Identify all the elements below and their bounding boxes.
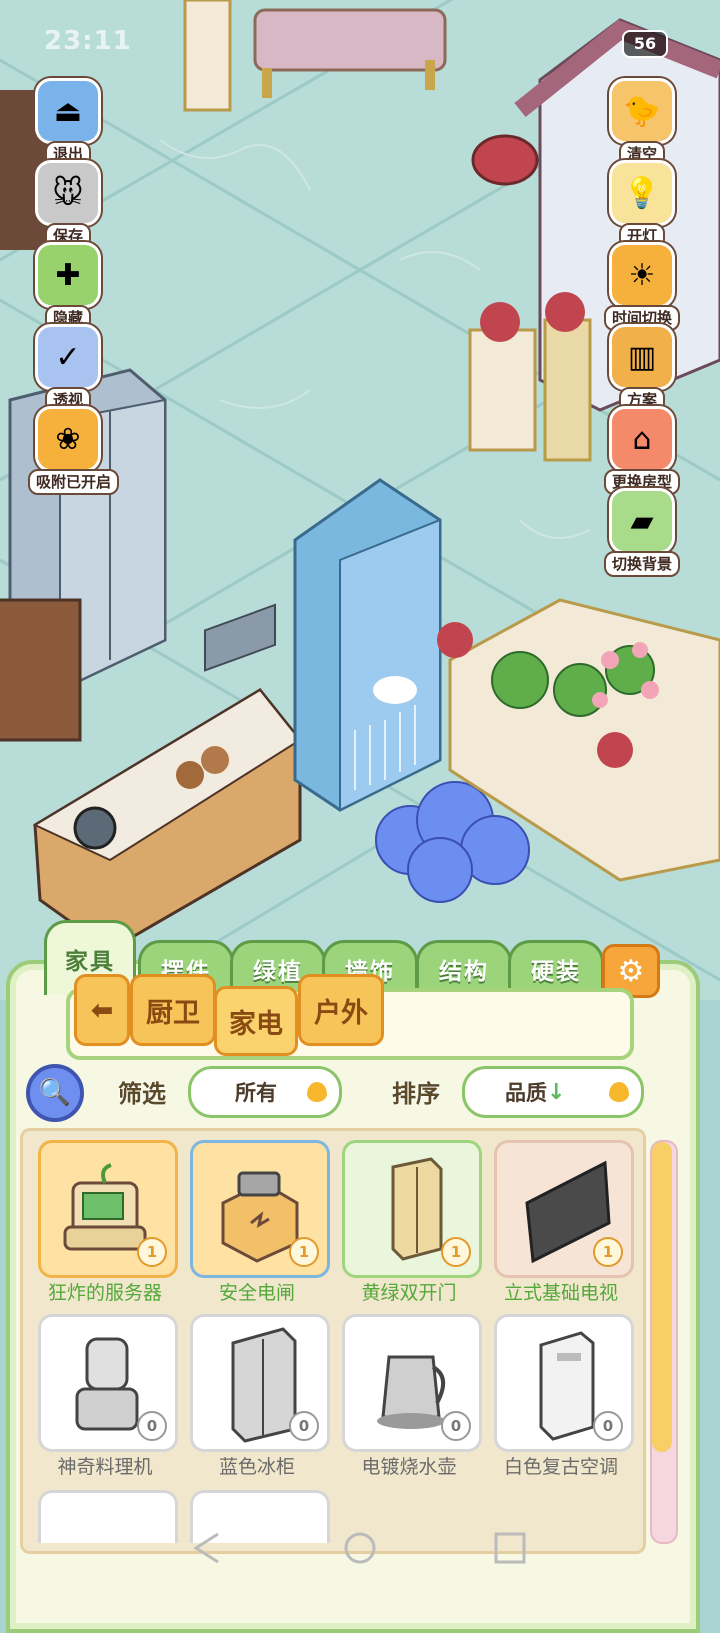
- change-house-button[interactable]: ⌂ 更换房型: [602, 406, 682, 495]
- snap-label: 吸附已开启: [28, 469, 120, 495]
- item-quantity: 1: [441, 1237, 471, 1267]
- sort-label: 排序: [392, 1080, 440, 1108]
- snap-toggle-button[interactable]: ❀ 吸附已开启: [28, 406, 120, 495]
- status-time: 23:11: [44, 26, 132, 56]
- nav-buttons: [193, 1532, 526, 1564]
- sort-dropdown[interactable]: 品质 ↓: [462, 1066, 644, 1118]
- item-quantity: 0: [441, 1411, 471, 1441]
- time-switch-button[interactable]: ☀ 时间切换: [602, 242, 682, 331]
- plan-button[interactable]: ▥ 方案: [602, 324, 682, 413]
- exit-icon: ⏏: [35, 78, 101, 144]
- subcat-appliances[interactable]: 家电: [214, 986, 298, 1056]
- item-card[interactable]: 1: [38, 1140, 178, 1278]
- item-quantity: 0: [137, 1411, 167, 1441]
- system-nav-bar: [0, 1530, 720, 1590]
- item-name: 神奇料理机: [57, 1456, 153, 1478]
- chevron-down-icon: [307, 1082, 327, 1102]
- item-name: 蓝色冰柜: [218, 1456, 295, 1478]
- house-icon: ⌂: [609, 406, 675, 472]
- item-name: 电镀烧水壶: [361, 1456, 457, 1478]
- light-icon: 💡: [609, 160, 675, 226]
- battery-indicator: 56: [622, 30, 668, 58]
- time-switch-icon: ☀: [609, 242, 675, 308]
- filter-label: 筛选: [118, 1080, 166, 1108]
- clear-button[interactable]: 🐤 清空: [602, 78, 682, 167]
- hide-icon: ✚: [35, 242, 101, 308]
- item-card[interactable]: 1: [190, 1140, 330, 1278]
- item-name: 白色复古空调: [503, 1456, 618, 1478]
- tab-structure[interactable]: 结构: [416, 940, 512, 995]
- item-card[interactable]: 0: [190, 1314, 330, 1452]
- change-background-button[interactable]: ▰ 切换背景: [602, 488, 682, 577]
- item-card[interactable]: 0: [494, 1314, 634, 1452]
- filter-value: 所有: [235, 1081, 277, 1105]
- exit-button[interactable]: ⏏ 退出: [28, 78, 108, 167]
- back-arrow-icon[interactable]: ⬅: [74, 974, 130, 1046]
- item-card[interactable]: 1: [494, 1140, 634, 1278]
- snap-icon: ❀: [35, 406, 101, 472]
- scrollbar-thumb[interactable]: [652, 1142, 672, 1452]
- hide-button[interactable]: ✚ 隐藏: [28, 242, 108, 331]
- subcat-outdoor[interactable]: 户外: [298, 974, 384, 1046]
- background-icon: ▰: [609, 488, 675, 554]
- save-icon: 🐭: [35, 160, 101, 226]
- light-button[interactable]: 💡 开灯: [602, 160, 682, 249]
- item-quantity: 1: [137, 1237, 167, 1267]
- subcat-kitchen-bath[interactable]: 厨卫: [130, 974, 216, 1046]
- item-name: 黄绿双开门: [361, 1282, 457, 1304]
- item-card[interactable]: 0: [38, 1314, 178, 1452]
- perspective-button[interactable]: ✓ 透视: [28, 324, 108, 413]
- perspective-icon: ✓: [35, 324, 101, 390]
- chevron-down-icon: [609, 1082, 629, 1102]
- item-name: 狂炸的服务器: [47, 1282, 162, 1304]
- clear-icon: 🐤: [609, 78, 675, 144]
- item-name: 立式基础电视: [503, 1282, 618, 1304]
- sort-arrow-icon: ↓: [547, 1079, 566, 1105]
- item-name: 安全电闸: [218, 1282, 295, 1304]
- item-quantity: 1: [289, 1237, 319, 1267]
- search-icon[interactable]: 🔍: [26, 1064, 84, 1122]
- tab-hardware[interactable]: 硬装: [508, 940, 604, 995]
- item-card[interactable]: 1: [342, 1140, 482, 1278]
- item-quantity: 1: [593, 1237, 623, 1267]
- item-quantity: 0: [289, 1411, 319, 1441]
- item-quantity: 0: [593, 1411, 623, 1441]
- save-button[interactable]: 🐭 保存: [28, 160, 108, 249]
- change-background-label: 切换背景: [603, 551, 680, 577]
- filter-dropdown[interactable]: 所有: [188, 1066, 342, 1118]
- room-scene[interactable]: 23:11 56 ⏏ 退出 🐭 保存 ✚ 隐藏 ✓ 透视 ❀ 吸附已开启 🐤 清…: [0, 0, 720, 1000]
- sort-value: 品质: [505, 1081, 547, 1105]
- item-card[interactable]: 0: [342, 1314, 482, 1452]
- plan-icon: ▥: [609, 324, 675, 390]
